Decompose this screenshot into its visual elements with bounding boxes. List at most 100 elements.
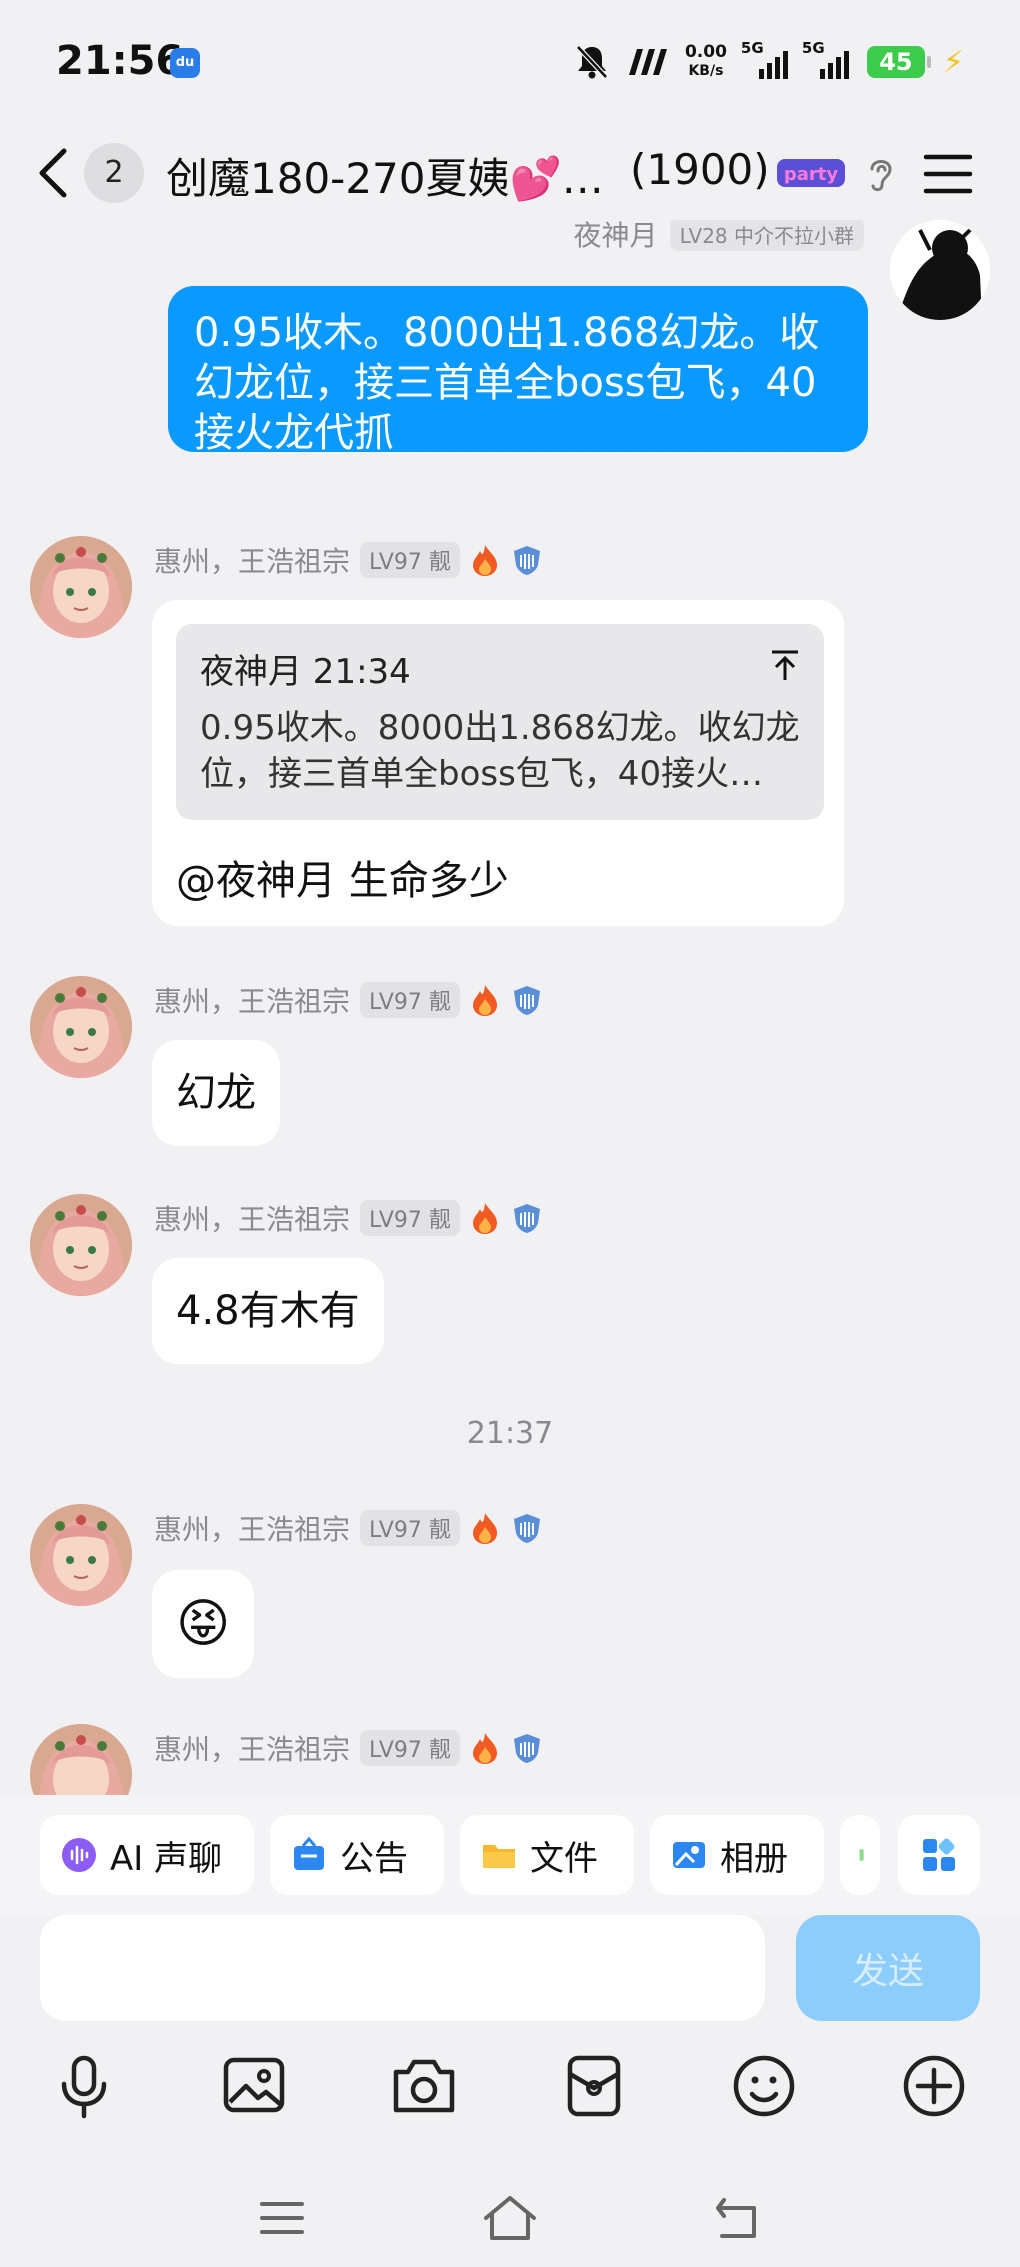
shield-badge-icon <box>513 1204 540 1233</box>
sender-meta: 惠州，王浩祖宗 LV97 靓 <box>154 540 544 580</box>
menu-icon[interactable] <box>922 151 974 197</box>
self-sender-meta: 夜神月 LV28 中介不拉小群 <box>574 220 864 254</box>
composer: 发送 <box>0 1915 1020 2025</box>
plus-icon[interactable] <box>898 2050 970 2122</box>
status-icons: 0.00 KB/s 5G 5G 45 ⚡ <box>575 39 964 84</box>
signal-1-label: 5G <box>740 39 764 57</box>
message-item: 惠州，王浩祖宗 LV97 靓 😝 <box>0 1504 1020 1694</box>
jump-to-quote-icon[interactable] <box>768 648 802 682</box>
sender-avatar-image <box>30 976 132 1078</box>
announcement-button[interactable]: 公告 <box>270 1815 444 1895</box>
quick-action-bar[interactable]: AI 声聊 公告 文件 相册 <box>0 1795 1020 1915</box>
fire-badge-icon <box>472 985 497 1016</box>
app-grid-button[interactable] <box>898 1815 980 1895</box>
ai-voice-icon <box>62 1838 96 1872</box>
sender-avatar-image <box>30 1504 132 1606</box>
image-icon[interactable] <box>218 2050 290 2122</box>
party-badge-icon[interactable]: party <box>775 153 847 193</box>
message-item: 惠州，王浩祖宗 LV97 靓 <box>0 1724 1020 1795</box>
charging-bolt-icon: ⚡ <box>942 44 964 80</box>
shield-badge-icon <box>513 1514 540 1543</box>
self-avatar[interactable] <box>890 220 990 320</box>
sender-meta: 惠州，王浩祖宗 LV97 靓 <box>154 1728 544 1768</box>
sender-avatar-image <box>30 536 132 638</box>
folder-icon <box>483 1845 515 1868</box>
more-quick-action-partial[interactable] <box>840 1815 880 1895</box>
reply-message-bubble[interactable]: 夜神月 21:34 0.95收木。8000出1.868幻龙。收幻龙位，接三首单全… <box>152 600 844 926</box>
camera-icon[interactable] <box>388 2050 460 2122</box>
sender-name[interactable]: 惠州，王浩祖宗 <box>154 1198 350 1238</box>
status-time: 21:56 <box>56 38 184 84</box>
self-sender-name: 夜神月 <box>573 220 658 252</box>
ear-mode-icon[interactable] <box>862 153 898 193</box>
signal-1-icon: 5G <box>741 39 788 79</box>
quoted-message[interactable]: 夜神月 21:34 0.95收木。8000出1.868幻龙。收幻龙位，接三首单全… <box>176 624 824 820</box>
microphone-icon[interactable] <box>48 2050 120 2122</box>
back-arrow-icon[interactable] <box>30 143 80 203</box>
message-list[interactable]: 夜神月 LV28 中介不拉小群 0.95收木。8000出1.868幻龙。收幻龙位… <box>0 220 1020 1795</box>
message-bubble[interactable]: 幻龙 <box>152 1040 280 1146</box>
unread-count-badge[interactable]: 2 <box>84 143 144 203</box>
message-bubble[interactable]: 4.8有木有 <box>152 1258 384 1364</box>
fire-badge-icon <box>472 1733 497 1764</box>
sender-avatar[interactable] <box>30 1504 132 1606</box>
status-bar: 21:56 du 0.00 KB/s 5G 5G 45 ⚡ <box>0 0 1020 125</box>
fire-badge-icon <box>472 1513 497 1544</box>
chat-header: 2 创魔180-270夏姨💕… (1900) party <box>0 125 1020 220</box>
reply-text: @夜神月 生命多少 <box>176 858 509 904</box>
album-icon <box>673 1842 705 1868</box>
sender-avatar[interactable] <box>30 1724 132 1795</box>
sender-name[interactable]: 惠州，王浩祖宗 <box>154 1508 350 1548</box>
red-packet-icon[interactable] <box>558 2050 630 2122</box>
album-label: 相册 <box>720 1838 788 1879</box>
recent-apps-icon[interactable] <box>252 2188 312 2248</box>
quoted-message-text: 0.95收木。8000出1.868幻龙。收幻龙位，接三首单全boss包飞，40接… <box>200 708 800 794</box>
network-speed: 0.00 KB/s <box>685 43 727 81</box>
message-item: 惠州，王浩祖宗 LV97 靓 幻龙 <box>0 976 1020 1156</box>
party-badge-text: party <box>784 164 839 185</box>
sender-level-badge: LV97 靓 <box>360 982 460 1018</box>
signal-2-icon: 5G <box>802 39 849 79</box>
app-grid-icon <box>923 1838 955 1871</box>
emoji-message-bubble[interactable]: 😝 <box>152 1570 255 1678</box>
self-message-bubble[interactable]: 0.95收木。8000出1.868幻龙。收幻龙位，接三首单全boss包飞，40接… <box>168 286 868 456</box>
sender-avatar[interactable] <box>30 976 132 1078</box>
member-count: (1900) <box>630 145 770 194</box>
message-item: 惠州，王浩祖宗 LV97 靓 4.8有木有 <box>0 1194 1020 1374</box>
sender-avatar-image <box>30 1724 132 1795</box>
self-sender-tag: LV28 中介不拉小群 <box>669 220 864 251</box>
message-item: 惠州，王浩祖宗 LV97 靓 夜神月 21:34 0.95收木。8000出1.8… <box>0 536 1020 956</box>
network-speed-unit: KB/s <box>688 63 724 79</box>
signal-2-label: 5G <box>801 39 825 57</box>
ai-voice-chat-button[interactable]: AI 声聊 <box>40 1815 254 1895</box>
sender-name[interactable]: 惠州，王浩祖宗 <box>154 1728 350 1768</box>
sender-level-badge: LV97 靓 <box>360 1200 460 1236</box>
fire-badge-icon <box>472 545 497 576</box>
group-title[interactable]: 创魔180-270夏姨💕… <box>166 145 604 206</box>
emoji-icon[interactable] <box>728 2050 800 2122</box>
sender-name[interactable]: 惠州，王浩祖宗 <box>154 980 350 1020</box>
time-separator: 21:37 <box>466 1416 554 1451</box>
sender-avatar[interactable] <box>30 1194 132 1296</box>
sender-avatar-image <box>30 1194 132 1296</box>
system-nav-bar <box>0 2170 1020 2267</box>
nfc-icon <box>628 49 667 75</box>
announcement-label: 公告 <box>340 1838 408 1879</box>
shield-badge-icon <box>513 1734 540 1763</box>
sender-level-badge: LV97 靓 <box>360 1510 460 1546</box>
sender-name[interactable]: 惠州，王浩祖宗 <box>154 540 350 580</box>
sender-level-badge: LV97 靓 <box>360 1730 460 1766</box>
sender-meta: 惠州，王浩祖宗 LV97 靓 <box>154 1198 544 1238</box>
fire-badge-icon <box>472 1203 497 1234</box>
message-input[interactable] <box>40 1915 765 2021</box>
album-button[interactable]: 相册 <box>650 1815 824 1895</box>
files-button[interactable]: 文件 <box>460 1815 634 1895</box>
announcement-icon <box>294 1836 324 1870</box>
baidu-app-icon: du <box>170 48 200 78</box>
sender-avatar[interactable] <box>30 536 132 638</box>
mute-bell-icon <box>576 45 608 79</box>
home-icon[interactable] <box>480 2188 540 2248</box>
send-button[interactable]: 发送 <box>796 1915 980 2021</box>
sender-level-badge: LV97 靓 <box>360 542 460 578</box>
back-nav-icon[interactable] <box>708 2188 768 2248</box>
